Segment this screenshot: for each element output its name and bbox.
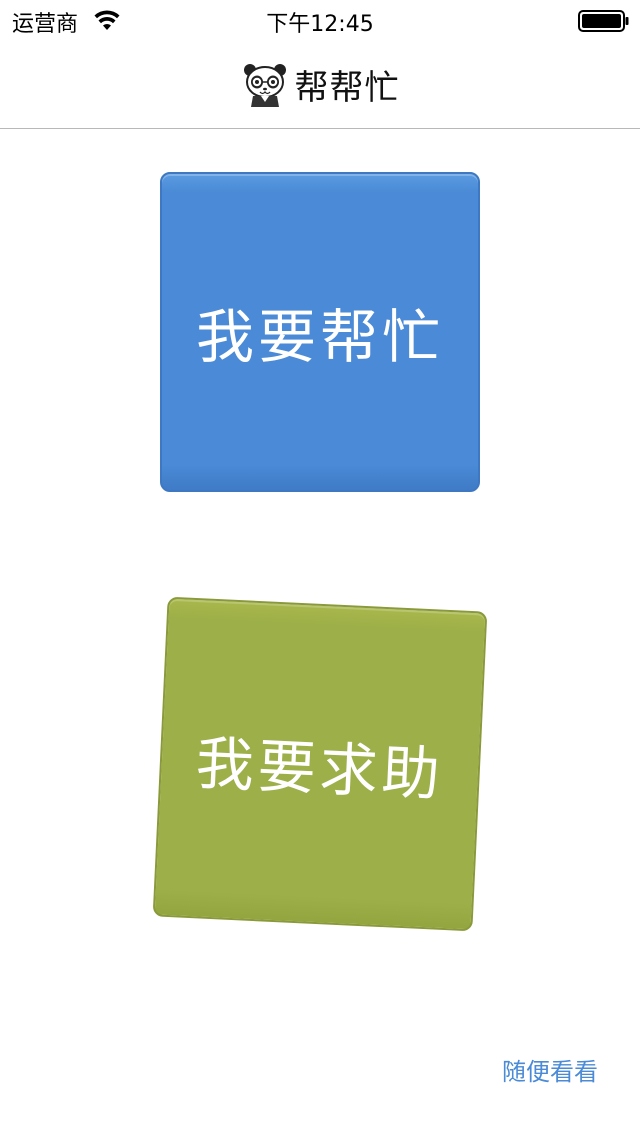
nav-title-group: 帮帮忙 <box>0 40 640 128</box>
ask-help-button-label: 我要求助 <box>194 729 446 809</box>
nav-bar: 帮帮忙 <box>0 40 640 129</box>
help-button-label: 我要帮忙 <box>195 303 444 371</box>
panda-icon <box>243 64 286 107</box>
page-title: 帮帮忙 <box>294 67 400 108</box>
status-time: 下午12:45 <box>266 12 374 37</box>
status-bar: 运营商 下午12:45 <box>0 0 640 40</box>
help-button[interactable]: 我要帮忙 <box>160 172 480 492</box>
battery-icon <box>578 10 629 32</box>
browse-link[interactable]: 随便看看 <box>502 1052 598 1087</box>
ask-help-button[interactable]: 我要求助 <box>152 596 488 932</box>
